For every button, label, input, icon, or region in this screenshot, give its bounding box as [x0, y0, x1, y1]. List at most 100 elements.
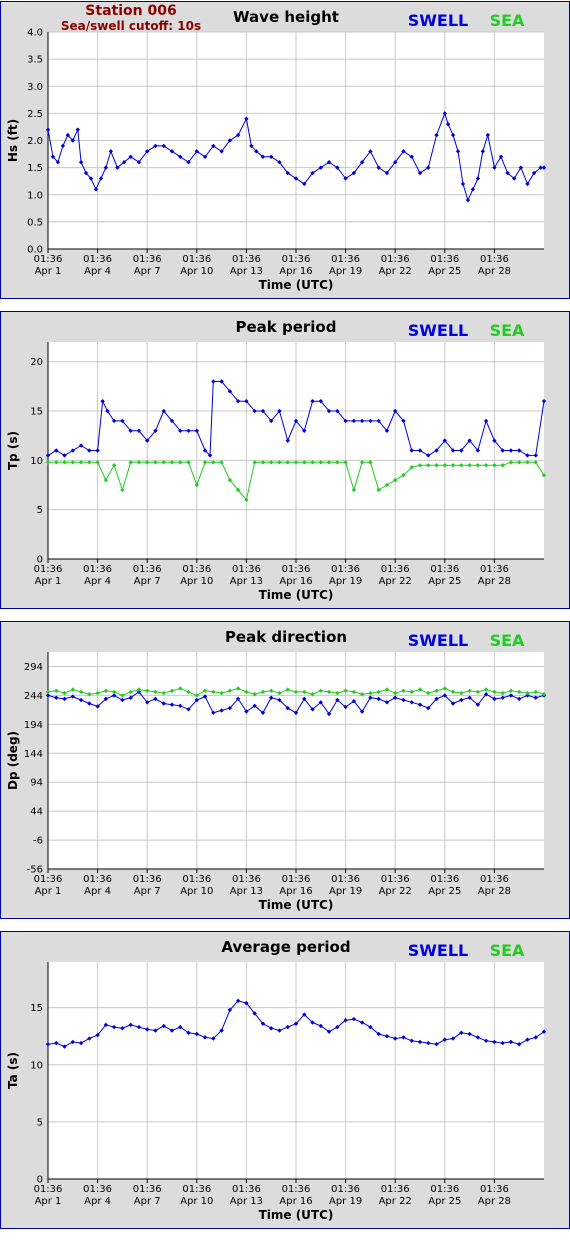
y-tick-label: 2.0 — [27, 136, 43, 147]
legend-swell: SWELL — [408, 11, 469, 30]
x-tick-date: Apr 13 — [230, 1196, 263, 1207]
x-tick-date: Apr 4 — [84, 266, 111, 277]
x-tick-date: Apr 7 — [134, 886, 161, 897]
y-tick-label: 1.5 — [27, 163, 43, 174]
x-tick-time: 01:36 — [381, 564, 410, 575]
x-tick-date: Apr 10 — [180, 886, 213, 897]
x-tick-date: Apr 16 — [279, 1196, 312, 1207]
y-tick-label: 15 — [30, 1003, 43, 1014]
x-tick-date: Apr 7 — [134, 576, 161, 587]
y-tick-label: -6 — [33, 836, 43, 847]
x-tick-time: 01:36 — [381, 874, 410, 885]
y-tick-label: 294 — [24, 662, 43, 673]
x-tick-date: Apr 25 — [428, 576, 461, 587]
x-tick-date: Apr 19 — [329, 886, 362, 897]
cutoff-label: Sea/swell cutoff: 10s — [61, 19, 201, 33]
x-tick-time: 01:36 — [133, 564, 162, 575]
x-tick-time: 01:36 — [182, 874, 211, 885]
x-tick-time: 01:36 — [331, 254, 360, 265]
x-tick-time: 01:36 — [480, 254, 509, 265]
legend-sea: SEA — [490, 631, 525, 650]
y-tick-label: 5 — [37, 505, 43, 516]
x-tick-time: 01:36 — [282, 254, 311, 265]
y-tick-label: 20 — [30, 357, 43, 368]
x-tick-time: 01:36 — [34, 874, 63, 885]
average-period-chart: 05101501:36Apr 101:36Apr 401:36Apr 701:3… — [6, 938, 547, 1222]
x-tick-date: Apr 22 — [379, 1196, 412, 1207]
x-tick-date: Apr 28 — [478, 1196, 511, 1207]
x-tick-time: 01:36 — [83, 254, 112, 265]
y-tick-label: 144 — [24, 749, 43, 760]
x-tick-time: 01:36 — [381, 1184, 410, 1195]
x-tick-time: 01:36 — [83, 564, 112, 575]
x-tick-date: Apr 4 — [84, 1196, 111, 1207]
wave-height-panel: 0.0 0.5 1.0 1.5 2.0 2.5 3.0 3.5 4.0 01:36 Apr 1 01:… — [0, 1, 570, 299]
x-tick-time: 01:36 — [282, 1184, 311, 1195]
x-tick-time: 01:36 — [232, 564, 261, 575]
y-axis-label: Dp (deg) — [6, 731, 20, 790]
x-tick-time: 01:36 — [331, 1184, 360, 1195]
x-tick-time: 01:36 — [133, 1184, 162, 1195]
legend-swell: SWELL — [408, 941, 469, 960]
x-tick-time: 01:36 — [282, 874, 311, 885]
x-tick-date: Apr 22 — [379, 576, 412, 587]
peak-period-panel: 0 5 10 15 20 01:36 Apr 1 01:36 Apr 4 01:36 Apr 7 01… — [0, 311, 570, 609]
x-tick-date: Apr 19 — [329, 576, 362, 587]
x-tick-time: 01:36 — [34, 1184, 63, 1195]
y-tick-label: 10 — [30, 456, 43, 467]
x-tick-date: Apr 10 — [180, 1196, 213, 1207]
x-tick-date: Apr 16 — [279, 266, 312, 277]
legend-sea: SEA — [490, 321, 525, 340]
x-tick-time: 01:36 — [430, 874, 459, 885]
x-tick-date: Apr 22 — [379, 886, 412, 897]
x-tick-date: Apr 10 — [180, 576, 213, 587]
x-tick-time: 01:36 — [480, 564, 509, 575]
x-tick-date: Apr 16 — [279, 576, 312, 587]
y-tick-label: 5 — [37, 1117, 43, 1128]
x-tick-time: 01:36 — [430, 254, 459, 265]
x-axis-label: Time (UTC) — [259, 898, 334, 912]
x-tick-time: 01:36 — [232, 874, 261, 885]
x-axis-label: Time (UTC) — [259, 278, 334, 292]
x-tick-date: Apr 25 — [428, 1196, 461, 1207]
x-tick-date: Apr 28 — [478, 266, 511, 277]
x-tick-time: 01:36 — [282, 564, 311, 575]
chart-title: Wave height — [233, 8, 339, 26]
y-tick-label: 244 — [24, 691, 43, 702]
x-tick-time: 01:36 — [182, 1184, 211, 1195]
x-tick-date: Apr 19 — [329, 1196, 362, 1207]
peak-direction-panel: -56 -6 44 94 144 194 244 294 01:36 Apr 1 01:36 Apr … — [0, 621, 570, 919]
y-tick-label: 194 — [24, 720, 43, 731]
x-tick-date: Apr 25 — [428, 266, 461, 277]
station-name: Station 006 — [85, 3, 176, 19]
y-tick-label: 2.5 — [27, 109, 43, 120]
x-tick-date: Apr 28 — [478, 886, 511, 897]
peak-direction-chart: -56-6449414419424429401:36Apr 101:36Apr … — [6, 628, 547, 912]
x-tick-date: Apr 1 — [35, 886, 62, 897]
x-tick-date: Apr 13 — [230, 576, 263, 587]
x-tick-date: Apr 13 — [230, 266, 263, 277]
chart-title: Average period — [221, 938, 350, 956]
y-tick-label: 10 — [30, 1060, 43, 1071]
x-tick-time: 01:36 — [480, 1184, 509, 1195]
y-axis-label: Tp (s) — [6, 431, 20, 470]
x-tick-date: Apr 4 — [84, 886, 111, 897]
x-tick-time: 01:36 — [133, 254, 162, 265]
x-tick-time: 01:36 — [34, 564, 63, 575]
y-axis-label: Ta (s) — [6, 1052, 20, 1089]
x-tick-date: Apr 7 — [134, 1196, 161, 1207]
x-tick-time: 01:36 — [182, 564, 211, 575]
x-tick-date: Apr 22 — [379, 266, 412, 277]
x-tick-time: 01:36 — [430, 1184, 459, 1195]
x-tick-time: 01:36 — [381, 254, 410, 265]
y-tick-label: 3.0 — [27, 82, 43, 93]
y-tick-label: 3.5 — [27, 55, 43, 66]
x-tick-time: 01:36 — [34, 254, 63, 265]
y-tick-label: 15 — [30, 407, 43, 418]
x-tick-date: Apr 1 — [35, 576, 62, 587]
x-tick-time: 01:36 — [83, 1184, 112, 1195]
y-tick-label: 94 — [30, 778, 43, 789]
x-axis-label: Time (UTC) — [259, 1208, 334, 1222]
x-tick-time: 01:36 — [331, 874, 360, 885]
x-axis-label: Time (UTC) — [259, 588, 334, 602]
